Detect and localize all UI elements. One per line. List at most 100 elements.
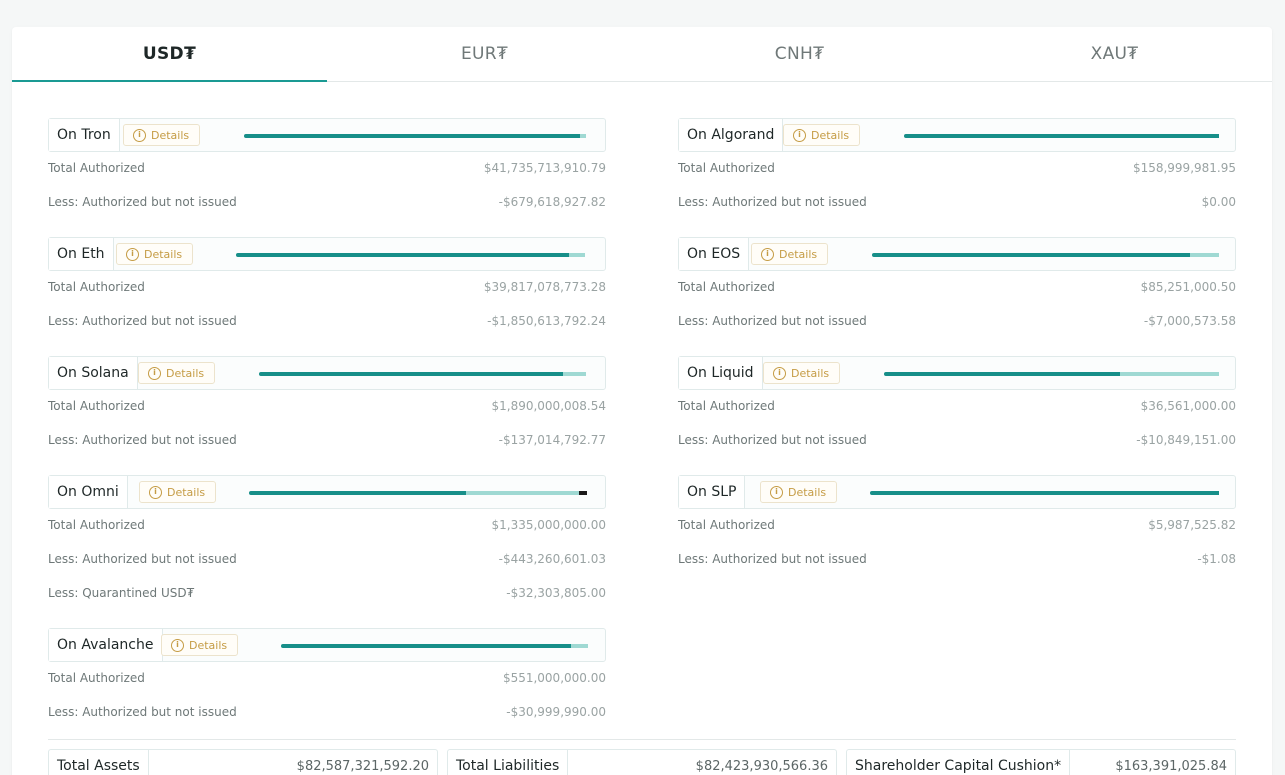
details-label: Details (144, 247, 183, 261)
chain-row: Total Authorized $158,999,981.95 (678, 152, 1236, 186)
info-circle-icon: i (148, 366, 161, 380)
tab-usdt[interactable]: USD₮ (12, 27, 327, 82)
row-value: -$1.08 (1197, 552, 1236, 566)
issued-segment (872, 253, 1190, 257)
details-label: Details (151, 128, 190, 142)
chain-name: On Eth (49, 238, 114, 270)
chain-card: On Liquid i Details Total Authorized $36,561… (678, 356, 1236, 458)
chain-name: On Omni (49, 476, 128, 508)
row-label: Less: Authorized but not issued (678, 433, 867, 447)
chain-row: Total Authorized $551,000,000.00 (48, 662, 606, 696)
details-label: Details (167, 485, 206, 499)
details-label: Details (791, 366, 830, 380)
total-assets-box: Total Assets $82,587,321,592.20 (48, 749, 438, 775)
info-circle-icon: i (773, 366, 786, 380)
info-circle-icon: i (126, 247, 139, 261)
unissued-segment (569, 253, 586, 257)
issuance-bar (236, 253, 589, 257)
issued-segment (884, 372, 1120, 376)
details-button[interactable]: i Details (139, 481, 217, 503)
details-label: Details (788, 485, 827, 499)
transparency-panel: USD₮ EUR₮ CNH₮ XAU₮ On Tron i Details Total… (12, 27, 1272, 775)
chain-row: Less: Authorized but not issued -$137,014… (48, 424, 606, 458)
capital-cushion-box: Shareholder Capital Cushion* $163,391,02… (846, 749, 1236, 775)
total-liabilities-label: Total Liabilities (448, 750, 569, 775)
row-value: $0.00 (1201, 195, 1236, 209)
issuance-bar (870, 491, 1219, 495)
chain-name: On SLP (679, 476, 746, 508)
row-label: Total Authorized (48, 399, 145, 413)
total-liabilities-value: $82,423,930,566.36 (695, 759, 828, 774)
chain-header: On Liquid i Details (678, 356, 1236, 390)
details-button[interactable]: i Details (123, 124, 201, 146)
unissued-segment (1119, 372, 1219, 376)
row-label: Total Authorized (48, 161, 145, 175)
chain-row: Less: Authorized but not issued -$10,849,… (678, 424, 1236, 458)
row-value: -$32,303,805.00 (506, 586, 606, 600)
issuance-bar (904, 134, 1219, 138)
row-label: Less: Authorized but not issued (48, 314, 237, 328)
chain-row: Total Authorized $85,251,000.50 (678, 271, 1236, 305)
chain-name: On Solana (49, 357, 138, 389)
issued-segment (244, 134, 581, 138)
chain-card: On Omni i Details Total Authorized $1,335,00… (48, 475, 606, 611)
summary-divider (48, 739, 1236, 740)
row-value: $36,561,000.00 (1140, 399, 1236, 413)
details-label: Details (189, 638, 228, 652)
issuance-bar (244, 134, 589, 138)
issued-segment (870, 491, 1219, 495)
top-strip (0, 0, 1285, 27)
chain-row: Less: Authorized but not issued -$1.08 (678, 543, 1236, 577)
info-circle-icon: i (761, 247, 774, 261)
details-label: Details (811, 128, 850, 142)
chain-header: On Eth i Details (48, 237, 606, 271)
chain-header: On Algorand i Details (678, 118, 1236, 152)
details-button[interactable]: i Details (751, 243, 829, 265)
chain-name: On Liquid (679, 357, 763, 389)
chain-name: On Avalanche (49, 629, 163, 661)
info-circle-icon: i (171, 638, 184, 652)
details-button[interactable]: i Details (783, 124, 861, 146)
row-value: $39,817,078,773.28 (483, 280, 606, 294)
details-button[interactable]: i Details (161, 634, 239, 656)
chain-row: Total Authorized $5,987,525.82 (678, 509, 1236, 543)
details-label: Details (166, 366, 205, 380)
chain-header: On Tron i Details (48, 118, 606, 152)
chain-row: Total Authorized $1,335,000,000.00 (48, 509, 606, 543)
row-label: Less: Authorized but not issued (678, 314, 867, 328)
chain-row: Less: Authorized but not issued $0.00 (678, 186, 1236, 220)
total-liabilities-box: Total Liabilities $82,423,930,566.36 (447, 749, 837, 775)
issued-segment (236, 253, 570, 257)
tab-eurt[interactable]: EUR₮ (327, 27, 642, 81)
row-label: Less: Authorized but not issued (48, 705, 237, 719)
row-label: Total Authorized (48, 280, 145, 294)
chain-header: On Avalanche i Details (48, 628, 606, 662)
details-button[interactable]: i Details (763, 362, 841, 384)
issuance-bar (281, 644, 589, 648)
details-button[interactable]: i Details (116, 243, 194, 265)
chain-row: Less: Authorized but not issued -$443,260… (48, 543, 606, 577)
row-label: Total Authorized (678, 280, 775, 294)
capital-cushion-value: $163,391,025.84 (1115, 759, 1227, 774)
row-label: Less: Authorized but not issued (48, 195, 237, 209)
details-button[interactable]: i Details (760, 481, 838, 503)
issued-segment (281, 644, 571, 648)
row-value: $5,987,525.82 (1148, 518, 1236, 532)
chain-row: Total Authorized $39,817,078,773.28 (48, 271, 606, 305)
tab-xaut[interactable]: XAU₮ (957, 27, 1272, 81)
row-label: Less: Authorized but not issued (678, 552, 867, 566)
issuance-bar (249, 491, 589, 495)
details-label: Details (779, 247, 818, 261)
row-label: Total Authorized (678, 161, 775, 175)
issued-segment (249, 491, 466, 495)
chain-card: On Solana i Details Total Authorized $1,890,… (48, 356, 606, 458)
chain-row: Total Authorized $1,890,000,008.54 (48, 390, 606, 424)
tab-cnht[interactable]: CNH₮ (642, 27, 957, 81)
row-value: -$10,849,151.00 (1136, 433, 1236, 447)
row-label: Total Authorized (48, 518, 145, 532)
details-button[interactable]: i Details (138, 362, 216, 384)
unissued-segment (465, 491, 579, 495)
info-circle-icon: i (770, 485, 783, 499)
chain-header: On EOS i Details (678, 237, 1236, 271)
quarantined-segment (578, 491, 587, 495)
